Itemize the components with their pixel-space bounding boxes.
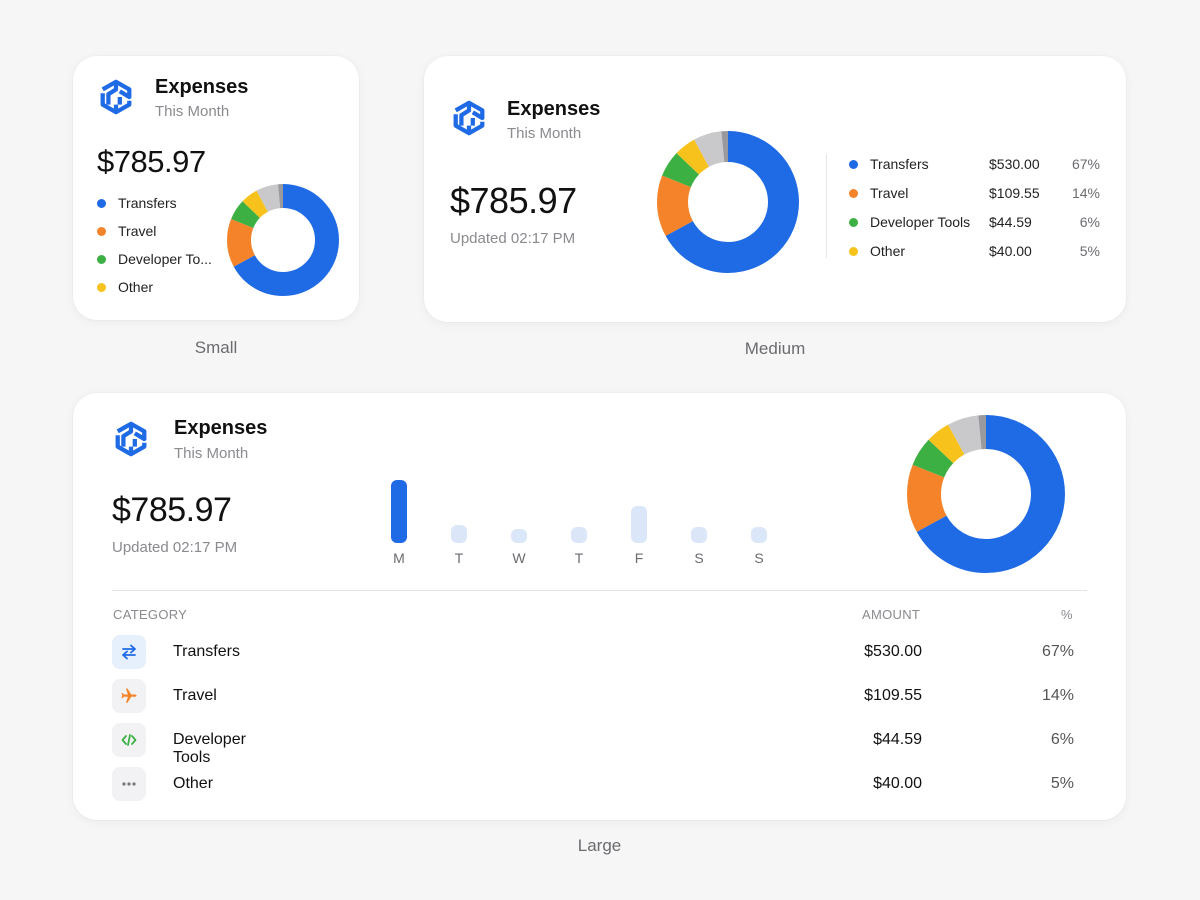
weekly-bar[interactable] bbox=[511, 529, 527, 543]
legend-dot bbox=[849, 188, 858, 198]
legend-item: Developer To... bbox=[97, 251, 212, 267]
legend-dot bbox=[849, 246, 858, 256]
total-amount: $785.97 bbox=[97, 144, 206, 179]
large-widget-card[interactable]: Expenses This Month $785.97 Updated 02:1… bbox=[73, 393, 1126, 820]
updated-time: Updated 02:17 PM bbox=[112, 539, 238, 556]
small-widget-card[interactable]: Expenses This Month $785.97 Transfers Tra… bbox=[73, 56, 359, 320]
expenses-donut-chart bbox=[657, 131, 799, 273]
widget-subtitle: This Month bbox=[174, 445, 249, 462]
legend-amount: $44.59 bbox=[989, 214, 1032, 230]
row-percent: 67% bbox=[1041, 643, 1074, 660]
total-amount: $785.97 bbox=[112, 491, 232, 529]
row-amount: $40.00 bbox=[873, 775, 922, 792]
row-category-name: Developer Tools bbox=[173, 731, 246, 766]
legend-dot bbox=[849, 159, 858, 169]
airplane-icon bbox=[112, 679, 146, 713]
widget-title: Expenses bbox=[174, 417, 268, 439]
expenses-donut-chart bbox=[907, 415, 1065, 573]
medium-widget-card[interactable]: Expenses This Month $785.97 Updated 02:1… bbox=[424, 56, 1126, 322]
legend-label: Transfers bbox=[118, 195, 177, 211]
widget-subtitle: This Month bbox=[507, 125, 582, 142]
weekly-day-label: S bbox=[694, 550, 704, 566]
weekly-day-label: S bbox=[754, 550, 764, 566]
weekly-day-label: W bbox=[512, 550, 526, 566]
weekly-bar[interactable] bbox=[571, 526, 587, 543]
legend-dot bbox=[849, 217, 858, 227]
row-category-name: Other bbox=[173, 775, 214, 792]
legend-label: Other bbox=[118, 279, 154, 295]
weekly-day-label: T bbox=[454, 550, 464, 566]
row-percent: 6% bbox=[1050, 731, 1074, 748]
section-divider bbox=[112, 590, 1087, 591]
row-percent: 5% bbox=[1050, 775, 1074, 792]
weekly-bar[interactable] bbox=[691, 526, 707, 543]
expenses-logo-icon bbox=[115, 421, 147, 457]
legend-divider bbox=[826, 154, 827, 258]
code-brackets-icon bbox=[112, 723, 146, 757]
legend-amount: $530.00 bbox=[989, 156, 1040, 172]
caption-small: Small bbox=[194, 338, 238, 357]
weekly-day-label: T bbox=[574, 550, 584, 566]
expenses-donut-chart bbox=[227, 184, 339, 296]
weekly-day-label: M bbox=[393, 550, 405, 566]
legend-item: Developer Tools bbox=[849, 214, 970, 230]
column-header-category: CATEGORY bbox=[113, 607, 188, 622]
legend-amount: $40.00 bbox=[989, 243, 1032, 259]
column-header-amount: AMOUNT bbox=[862, 607, 921, 622]
legend-item: Other bbox=[97, 279, 153, 295]
legend-item: Transfers bbox=[97, 195, 177, 211]
widget-subtitle: This Month bbox=[155, 103, 230, 120]
legend-label: Travel bbox=[870, 185, 909, 201]
legend-item: Travel bbox=[97, 223, 156, 239]
legend-item: Transfers bbox=[849, 156, 929, 172]
caption-large: Large bbox=[577, 836, 622, 855]
row-amount: $530.00 bbox=[864, 643, 922, 660]
legend-label: Developer Tools bbox=[870, 214, 971, 230]
weekly-bar[interactable] bbox=[391, 480, 407, 543]
weekly-bar[interactable] bbox=[751, 526, 767, 543]
legend-label: Transfers bbox=[870, 156, 929, 172]
caption-medium: Medium bbox=[744, 339, 806, 358]
legend-dot bbox=[97, 226, 106, 236]
legend-dot bbox=[97, 254, 106, 264]
expenses-logo-icon bbox=[100, 79, 132, 115]
legend-percent: 5% bbox=[1079, 243, 1100, 259]
legend-label: Other bbox=[870, 243, 906, 259]
row-percent: 14% bbox=[1041, 687, 1074, 704]
row-amount: $44.59 bbox=[873, 731, 922, 748]
widget-title: Expenses bbox=[507, 98, 601, 120]
weekly-day-label: F bbox=[634, 550, 644, 566]
transfer-arrows-icon bbox=[112, 635, 146, 669]
legend-item: Other bbox=[849, 243, 905, 259]
expenses-logo-icon bbox=[453, 100, 485, 136]
updated-time: Updated 02:17 PM bbox=[450, 230, 576, 247]
legend-percent: 14% bbox=[1071, 185, 1100, 201]
legend-amount: $109.55 bbox=[989, 185, 1040, 201]
widget-title: Expenses bbox=[155, 76, 249, 98]
legend-percent: 67% bbox=[1071, 156, 1100, 172]
column-header-percent: % bbox=[1061, 607, 1073, 622]
weekly-bar[interactable] bbox=[451, 525, 467, 543]
legend-dot bbox=[97, 198, 106, 208]
legend-percent: 6% bbox=[1079, 214, 1100, 230]
row-category-name: Travel bbox=[173, 687, 217, 704]
legend-label: Developer To... bbox=[118, 251, 212, 267]
legend-dot bbox=[97, 282, 106, 292]
row-category-name: Transfers bbox=[173, 643, 240, 660]
total-amount: $785.97 bbox=[450, 180, 577, 221]
row-amount: $109.55 bbox=[864, 687, 922, 704]
legend-item: Travel bbox=[849, 185, 908, 201]
legend-label: Travel bbox=[118, 223, 157, 239]
weekly-bar[interactable] bbox=[631, 506, 647, 543]
ellipsis-icon bbox=[112, 767, 146, 801]
